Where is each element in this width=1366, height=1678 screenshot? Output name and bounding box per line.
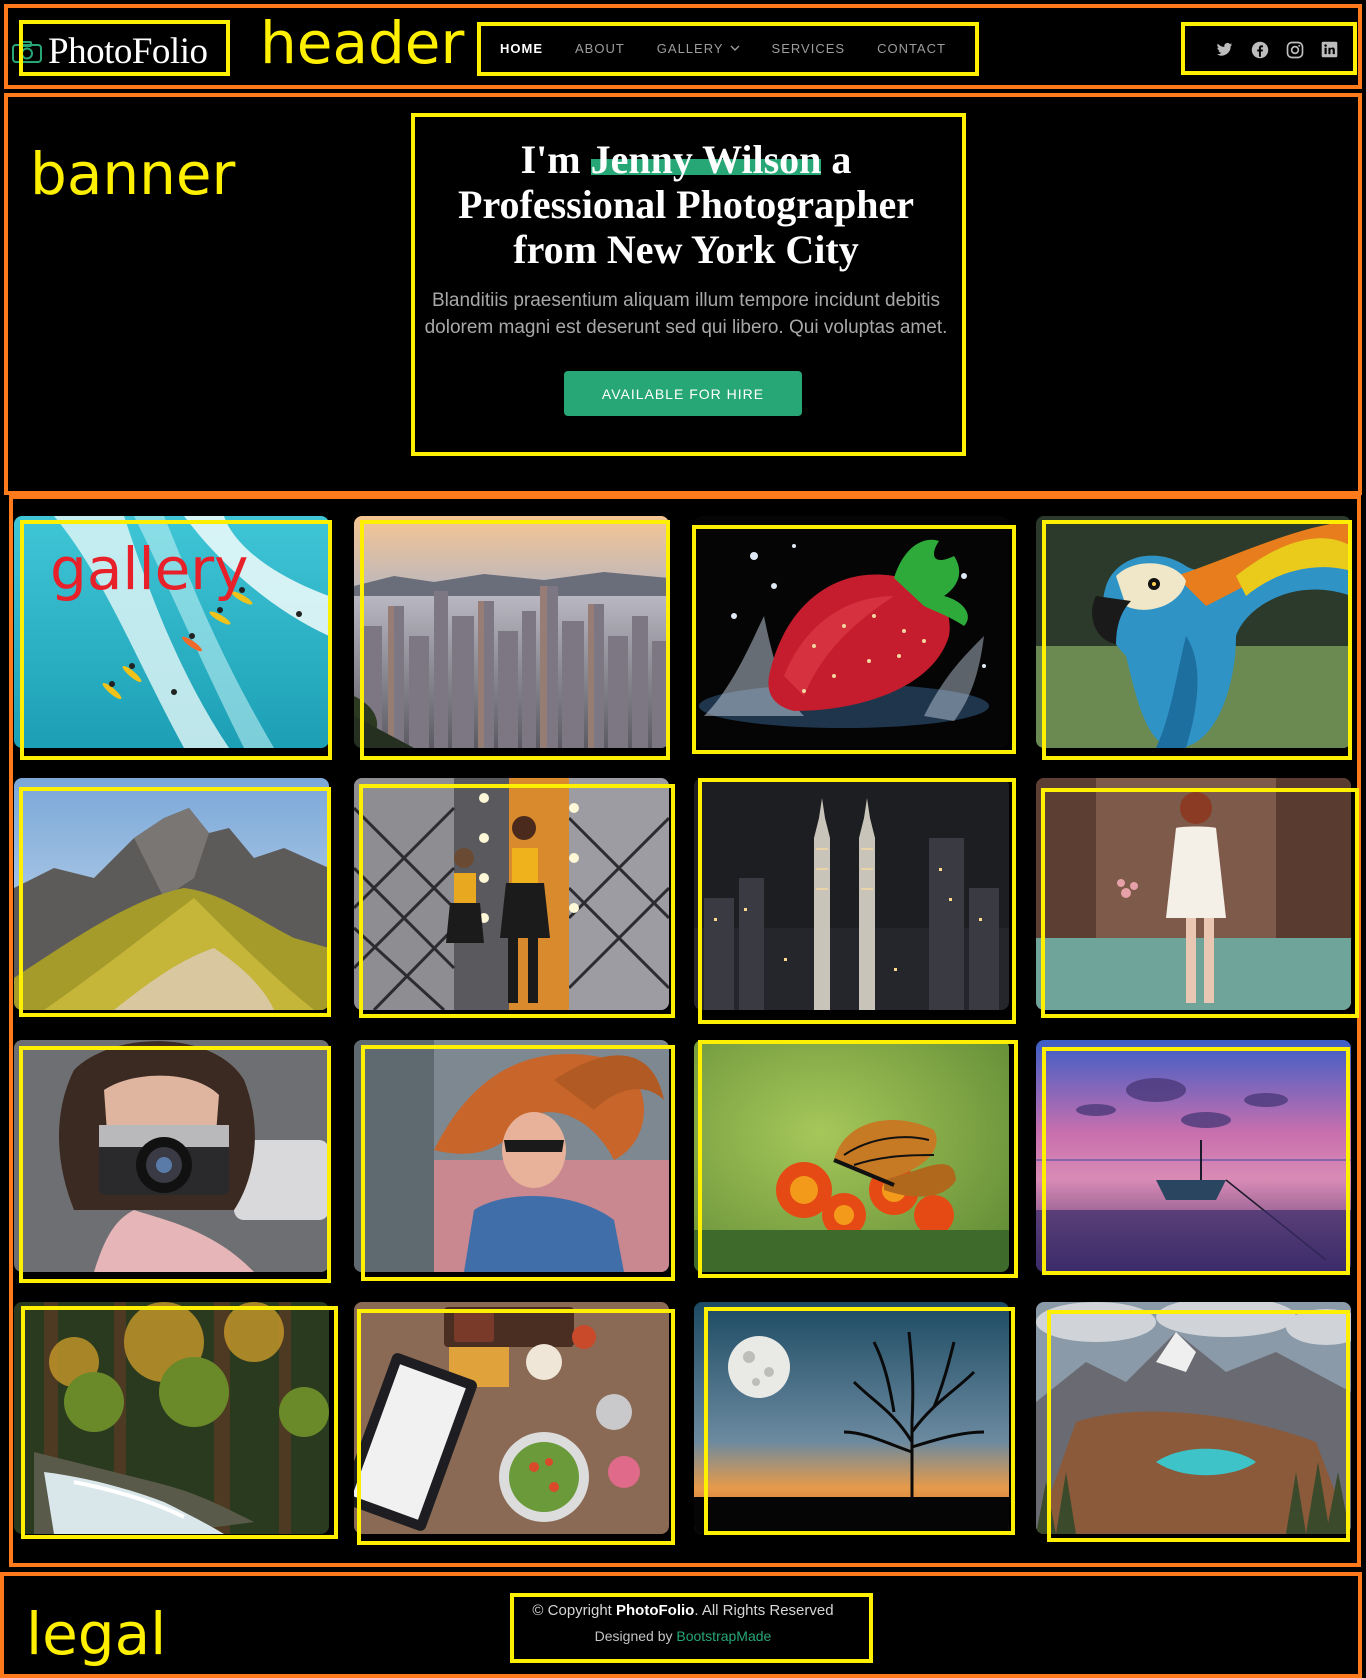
butterfly-on-marigold-image [694,1040,1009,1272]
strawberry-splash-image [694,516,1009,748]
designed-by-text: Designed by BootstrapMade [510,1628,856,1644]
banner-annotation-label: banner [30,140,236,208]
facebook-icon[interactable] [1250,40,1269,59]
boat-on-lake-sunset-image [1036,1040,1351,1272]
camera-icon [12,40,42,63]
copyright-prefix: © Copyright [532,1602,612,1619]
nav-gallery-label: GALLERY [656,41,724,56]
available-for-hire-button[interactable]: AVAILABLE FOR HIRE [564,371,802,416]
legal-annotation-label: legal [26,1600,167,1668]
moon-and-tree-silhouette-image [694,1302,1009,1534]
gallery-annotation-label: gallery [50,535,249,603]
gallery-item-forest-woman[interactable] [1036,778,1351,1010]
food-table-top-image [354,1302,669,1534]
gallery-item-mirror-room[interactable] [354,778,669,1010]
nav-home[interactable]: HOME [500,41,543,56]
gallery-item-forest-waterfall[interactable] [14,1302,329,1534]
instagram-icon[interactable] [1285,40,1304,59]
macaw-parrot-image [1036,516,1351,748]
social-links [1215,40,1339,59]
gallery-item-twin-towers[interactable] [694,778,1009,1010]
gallery-item-moon-tree[interactable] [694,1302,1009,1534]
site-logo[interactable]: PhotoFolio [12,30,208,73]
hero-subtitle: Blanditiis praesentium aliquam illum tem… [424,290,948,338]
hero-title-name: Jenny Wilson [590,137,822,182]
copyright-brand: PhotoFolio [616,1602,695,1619]
nav-gallery[interactable]: GALLERY [657,41,740,56]
main-nav: HOME ABOUT GALLERY SERVICES CONTACT [500,41,946,56]
bootstrapmade-link[interactable]: BootstrapMade [676,1628,771,1644]
gallery-item-mountain-ridge[interactable] [14,778,329,1010]
city-skyline-sunset-image [354,516,669,748]
gallery-item-butterfly[interactable] [694,1040,1009,1272]
mountain-ridge-image [14,778,329,1010]
gallery-item-camera-woman[interactable] [14,1040,329,1272]
nav-contact[interactable]: CONTACT [877,41,946,56]
nav-services[interactable]: SERVICES [772,41,846,56]
woman-hair-flying-image [354,1040,669,1272]
linkedin-icon[interactable] [1320,40,1339,59]
copyright-text: © Copyright PhotoFolio. All Rights Reser… [510,1602,856,1619]
gallery-item-mountain-lake[interactable] [1036,1302,1351,1534]
twin-towers-night-image [694,778,1009,1010]
hero-title-prefix: I'm [520,137,581,182]
gallery-item-hair-flying[interactable] [354,1040,669,1272]
mountain-lake-valley-image [1036,1302,1351,1534]
gallery-item-strawberry[interactable] [694,516,1009,748]
logo-text: PhotoFolio [48,31,208,72]
header-annotation-label: header [260,9,465,77]
chevron-down-icon [730,45,740,51]
hero-title: I'm Jenny Wilson a Professional Photogra… [416,137,956,272]
women-mirror-room-image [354,778,669,1010]
gallery-item-boat-lake[interactable] [1036,1040,1351,1272]
legal-section-outline [0,1572,1362,1678]
woman-with-camera-image [14,1040,329,1272]
gallery-item-macaw[interactable] [1036,516,1351,748]
gallery-item-city-skyline[interactable] [354,516,669,748]
twitter-icon[interactable] [1215,40,1234,59]
woman-in-forest-image [1036,778,1351,1010]
gallery-item-food-table[interactable] [354,1302,669,1534]
copyright-suffix: . All Rights Reserved [694,1602,834,1619]
designed-by-prefix: Designed by [594,1628,673,1644]
forest-waterfall-image [14,1302,329,1534]
nav-about[interactable]: ABOUT [575,41,625,56]
